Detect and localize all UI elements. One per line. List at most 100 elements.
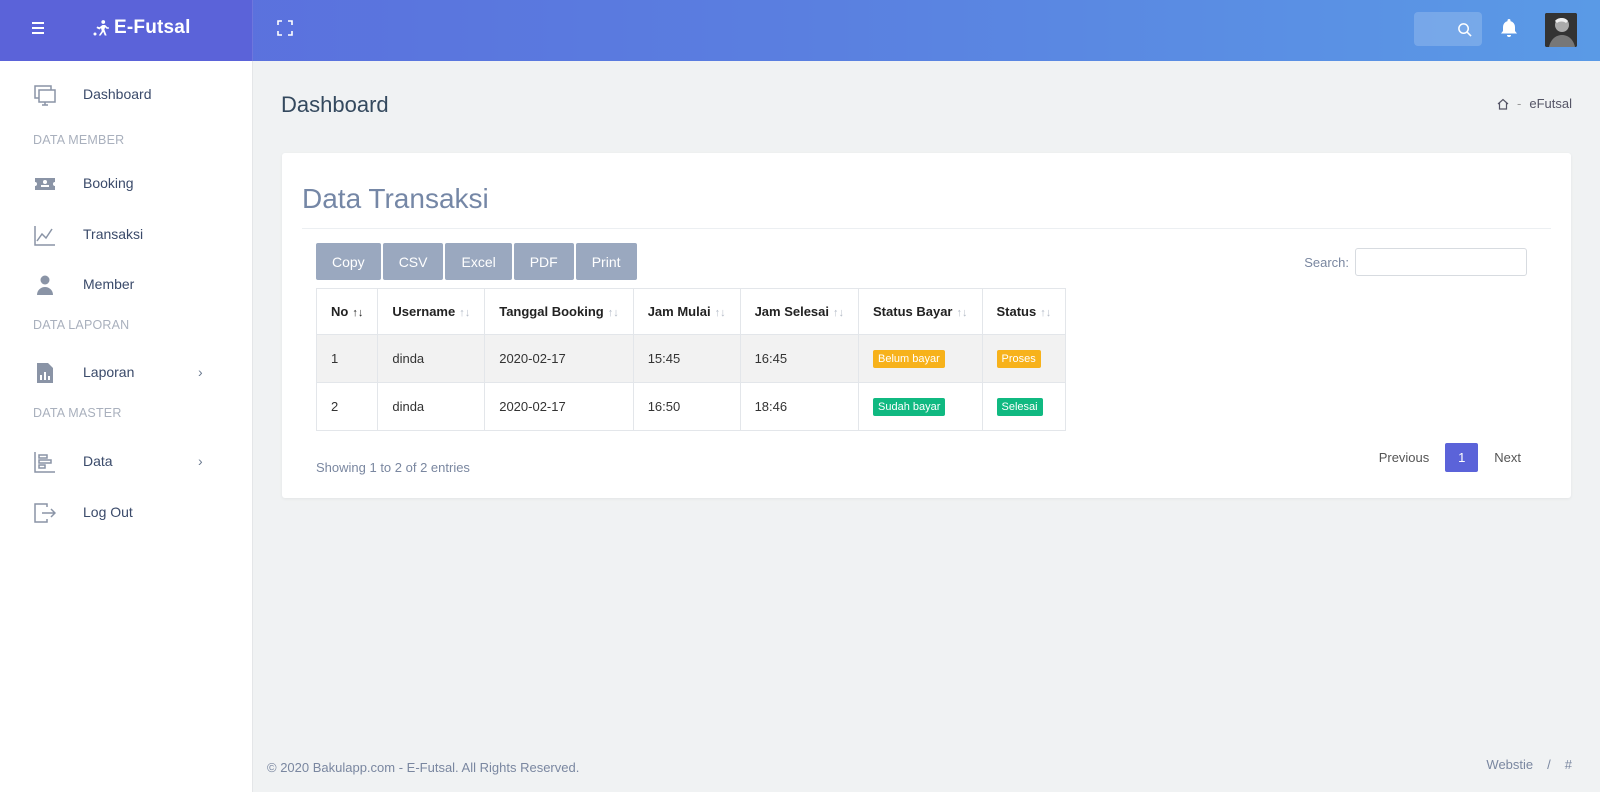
copy-button[interactable]: Copy bbox=[316, 243, 381, 280]
breadcrumb: - eFutsal bbox=[1497, 96, 1572, 111]
bell-icon[interactable] bbox=[1500, 18, 1518, 38]
sidebar-item-label: Dashboard bbox=[83, 86, 152, 102]
cell-jam-selesai: 18:46 bbox=[739, 382, 860, 431]
table-row: 1 dinda 2020-02-17 15:45 16:45 Belum bay… bbox=[315, 334, 1067, 383]
column-label: Tanggal Booking bbox=[499, 304, 604, 319]
column-header-username[interactable]: Username ↑↓ bbox=[377, 288, 486, 335]
cell-jam-mulai: 16:50 bbox=[632, 382, 741, 431]
print-button[interactable]: Print bbox=[575, 243, 637, 280]
bar-chart-icon bbox=[34, 452, 55, 473]
footer-link-hash[interactable]: # bbox=[1565, 757, 1572, 772]
sidebar-item-data[interactable]: Data › bbox=[0, 441, 253, 481]
csv-button[interactable]: CSV bbox=[382, 243, 444, 280]
cell-status: Proses bbox=[981, 334, 1067, 383]
sort-icon: ↑↓ bbox=[1040, 307, 1052, 319]
footer-link-website[interactable]: Webstie bbox=[1486, 757, 1533, 772]
column-header-tanggal-booking[interactable]: Tanggal Booking ↑↓ bbox=[484, 288, 634, 335]
column-label: Status Bayar bbox=[873, 304, 953, 319]
column-label: Jam Mulai bbox=[647, 304, 711, 319]
logout-icon bbox=[34, 503, 56, 523]
player-icon bbox=[93, 20, 109, 36]
report-file-icon bbox=[37, 363, 53, 383]
sidebar-item-label: Booking bbox=[83, 175, 134, 191]
export-buttons: Copy CSV Excel PDF Print bbox=[316, 243, 637, 280]
chevron-right-icon: › bbox=[198, 453, 203, 469]
status-badge: Belum bayar bbox=[873, 349, 945, 368]
sort-icon: ↑↓ bbox=[833, 307, 845, 319]
status-badge: Selesai bbox=[996, 397, 1043, 416]
column-header-jam-mulai[interactable]: Jam Mulai ↑↓ bbox=[632, 288, 741, 335]
sidebar-item-label: Laporan bbox=[83, 364, 135, 380]
status-badge: Proses bbox=[996, 349, 1041, 368]
sidebar-item-transaksi[interactable]: Transaksi bbox=[0, 214, 253, 254]
ticket-icon bbox=[35, 178, 55, 190]
breadcrumb-item[interactable]: eFutsal bbox=[1529, 96, 1572, 111]
pagination: Previous 1 Next bbox=[1373, 443, 1527, 472]
page-1-button[interactable]: 1 bbox=[1445, 443, 1479, 472]
status-badge: Sudah bayar bbox=[873, 397, 946, 416]
sidebar-item-dashboard[interactable]: Dashboard bbox=[0, 74, 253, 114]
cell-no: 1 bbox=[315, 334, 379, 383]
transaction-card: Data Transaksi Copy CSV Excel PDF Print … bbox=[282, 153, 1571, 498]
brand-area: E-Futsal bbox=[0, 0, 253, 61]
pdf-button[interactable]: PDF bbox=[513, 243, 574, 280]
table-search: Search: bbox=[1304, 248, 1527, 276]
search-input[interactable] bbox=[1355, 248, 1527, 276]
card-divider bbox=[302, 228, 1551, 229]
header-search[interactable] bbox=[1414, 12, 1482, 46]
sort-icon: ↑↓ bbox=[956, 307, 968, 319]
column-label: Username bbox=[392, 304, 456, 319]
sidebar: Dashboard DATA MEMBER Booking Transaksi … bbox=[0, 61, 253, 792]
column-label: No bbox=[331, 304, 349, 319]
avatar[interactable] bbox=[1545, 13, 1577, 47]
menu-toggle-icon[interactable] bbox=[32, 22, 46, 36]
section-data-laporan: DATA LAPORAN bbox=[33, 318, 130, 332]
cell-status-bayar: Belum bayar bbox=[858, 334, 983, 383]
transaction-table: No ↑↓ Username ↑↓ Tanggal Booking ↑↓ Jam Mu… bbox=[315, 288, 1067, 431]
cell-jam-selesai: 16:45 bbox=[739, 334, 860, 383]
page-title: Dashboard bbox=[281, 92, 389, 117]
section-data-member: DATA MEMBER bbox=[33, 133, 125, 147]
column-header-status[interactable]: Status ↑↓ bbox=[981, 288, 1067, 335]
cell-jam-mulai: 15:45 bbox=[632, 334, 741, 383]
sort-icon: ↑↓ bbox=[459, 307, 471, 319]
cell-no: 2 bbox=[315, 382, 379, 431]
home-icon[interactable] bbox=[1497, 98, 1509, 110]
column-label: Jam Selesai bbox=[754, 304, 830, 319]
previous-button[interactable]: Previous bbox=[1373, 450, 1436, 465]
column-label: Status bbox=[996, 304, 1037, 319]
footer-links: Webstie / # bbox=[1486, 757, 1572, 772]
cell-tanggal: 2020-02-17 bbox=[484, 334, 634, 383]
column-header-status-bayar[interactable]: Status Bayar ↑↓ bbox=[858, 288, 983, 335]
sort-icon: ↑↓ bbox=[714, 307, 726, 319]
section-data-master: DATA MASTER bbox=[33, 406, 122, 420]
next-button[interactable]: Next bbox=[1488, 450, 1527, 465]
sidebar-item-laporan[interactable]: Laporan › bbox=[0, 352, 253, 392]
column-header-jam-selesai[interactable]: Jam Selesai ↑↓ bbox=[739, 288, 860, 335]
chevron-right-icon: › bbox=[198, 364, 203, 380]
search-label: Search: bbox=[1304, 254, 1349, 270]
table-info: Showing 1 to 2 of 2 entries bbox=[316, 460, 470, 475]
cell-username: dinda bbox=[377, 334, 486, 383]
fullscreen-icon[interactable] bbox=[277, 20, 293, 36]
sidebar-item-logout[interactable]: Log Out bbox=[0, 492, 253, 532]
breadcrumb-separator: - bbox=[1517, 96, 1522, 111]
user-icon bbox=[37, 275, 53, 295]
brand-name: E-Futsal bbox=[114, 17, 191, 38]
card-title: Data Transaksi bbox=[302, 183, 489, 214]
sort-icon: ↑↓ bbox=[607, 307, 619, 319]
sidebar-item-booking[interactable]: Booking bbox=[0, 163, 253, 203]
sidebar-item-label: Transaksi bbox=[83, 226, 144, 242]
sidebar-item-member[interactable]: Member bbox=[0, 264, 253, 304]
sidebar-item-label: Log Out bbox=[83, 504, 133, 520]
footer-separator: / bbox=[1547, 757, 1551, 772]
excel-button[interactable]: Excel bbox=[445, 243, 512, 280]
column-header-no[interactable]: No ↑↓ bbox=[315, 288, 379, 335]
cell-tanggal: 2020-02-17 bbox=[484, 382, 634, 431]
cell-username: dinda bbox=[377, 382, 486, 431]
brand-logo[interactable]: E-Futsal bbox=[92, 17, 191, 39]
footer-copyright: © 2020 Bakulapp.com - E-Futsal. All Righ… bbox=[267, 760, 580, 775]
table-header-row: No ↑↓ Username ↑↓ Tanggal Booking ↑↓ Jam Mu… bbox=[315, 288, 1067, 335]
sort-asc-icon: ↑↓ bbox=[352, 307, 364, 319]
table-row: 2 dinda 2020-02-17 16:50 18:46 Sudah bay… bbox=[315, 382, 1067, 431]
